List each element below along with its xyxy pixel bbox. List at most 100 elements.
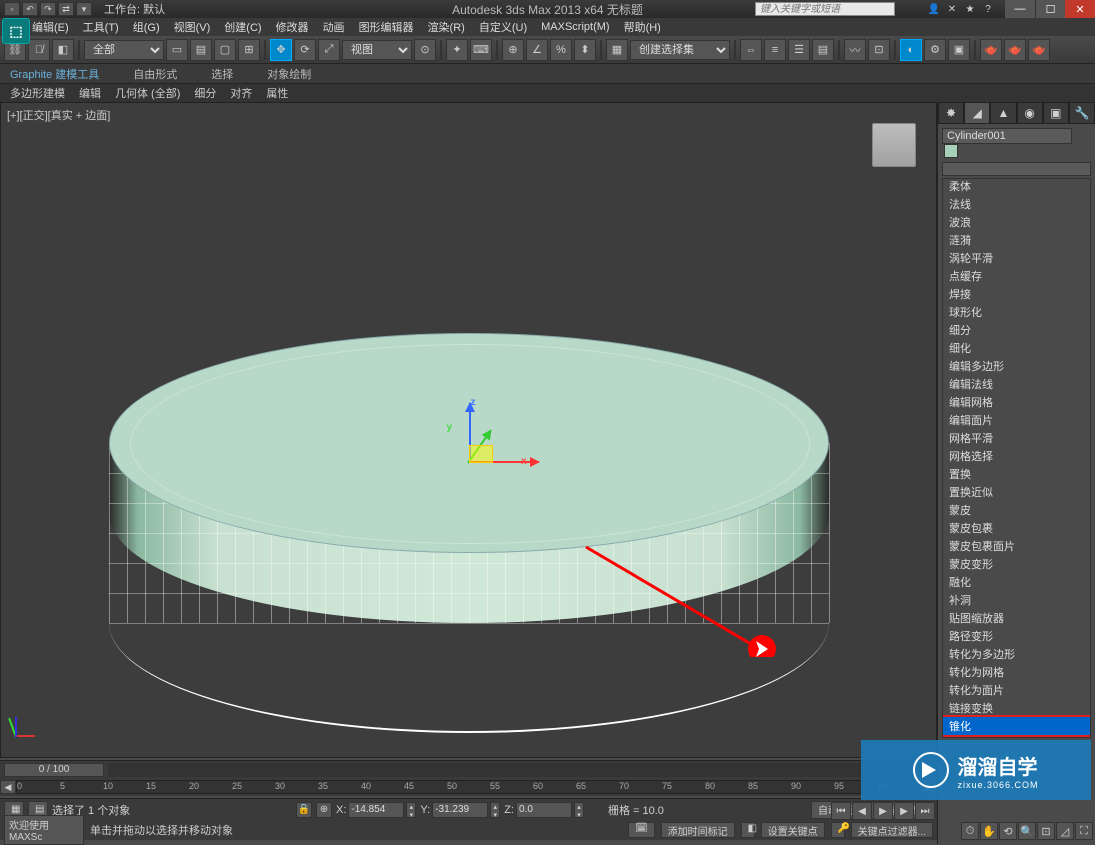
ribbon-panel-subdivide[interactable]: 细分 [194, 85, 216, 101]
move-icon[interactable]: ✥ [270, 39, 292, 61]
time-config-icon[interactable]: ⏱ [961, 822, 979, 840]
coord-x-spinner[interactable]: ▴▾ [406, 802, 416, 818]
ribbon-tab-paint[interactable]: 对象绘制 [267, 66, 311, 82]
goto-start-icon[interactable]: ⏮ [831, 802, 851, 820]
schematic-icon[interactable]: ⊡ [868, 39, 890, 61]
angle-snap-icon[interactable]: ∠ [526, 39, 548, 61]
transform-type-icon[interactable]: ⊕ [316, 802, 332, 818]
snap-icon[interactable]: ⊕ [502, 39, 524, 61]
ribbon-tab-freeform[interactable]: 自由形式 [133, 66, 177, 82]
ribbon-tab-graphite[interactable]: Graphite 建模工具 [10, 66, 99, 82]
favorite-icon[interactable]: ★ [963, 2, 977, 16]
coord-y-input[interactable] [432, 802, 488, 818]
qat-undo-icon[interactable]: ↶ [22, 2, 38, 16]
ribbon-panel-geometry[interactable]: 几何体 (全部) [115, 85, 180, 101]
render-frame-icon[interactable]: ▣ [948, 39, 970, 61]
modifier-list-dropdown[interactable] [942, 162, 1091, 176]
viewcube[interactable] [872, 123, 916, 167]
named-selection[interactable]: 创建选择集 [630, 40, 730, 60]
modifier-item[interactable]: 转化为多边形 [943, 645, 1090, 663]
menu-tools[interactable]: 工具(T) [83, 19, 119, 35]
track-bar[interactable]: ◀ 05101520253035404550556065707580859095… [0, 778, 937, 796]
modifier-item[interactable]: 网格平滑 [943, 429, 1090, 447]
key-icon[interactable]: 🔑 [831, 822, 845, 838]
display-tab-icon[interactable]: ▣ [1043, 102, 1069, 124]
modifier-item[interactable]: 转化为面片 [943, 681, 1090, 699]
render-setup-icon[interactable]: ⚙ [924, 39, 946, 61]
motion-tab-icon[interactable]: ◉ [1017, 102, 1043, 124]
minimize-button[interactable]: — [1005, 0, 1035, 18]
key-filter-button[interactable]: 关键点过滤器... [851, 822, 933, 838]
modifier-item[interactable]: 法线 [943, 195, 1090, 213]
modifier-list[interactable]: 按元素分配材质按通道选择挤压推力摄影机贴图晶格曲面变形替换材质松弛柔体法线波浪涟… [942, 178, 1091, 738]
pan-icon[interactable]: ✋ [980, 822, 998, 840]
rotate-icon[interactable]: ⟳ [294, 39, 316, 61]
modifier-item[interactable]: 涡轮平滑 [943, 249, 1090, 267]
isolate-icon[interactable]: ◧ [741, 822, 755, 838]
select-icon[interactable]: ▭ [166, 39, 188, 61]
viewport[interactable]: [+][正交][真实 + 边面] z x y [0, 102, 937, 758]
cylinder-object[interactable] [109, 333, 829, 553]
modifier-item[interactable]: 蒙皮包裹面片 [943, 537, 1090, 555]
render-iter-icon[interactable]: 🫖 [1028, 39, 1050, 61]
workspace-label[interactable]: 工作台: 默认 [104, 1, 165, 17]
qat-more-icon[interactable]: ▾ [76, 2, 92, 16]
menu-help[interactable]: 帮助(H) [624, 19, 661, 35]
menu-create[interactable]: 创建(C) [224, 19, 261, 35]
coord-x-input[interactable] [348, 802, 404, 818]
render-prod-icon[interactable]: 🫖 [1004, 39, 1026, 61]
orbit-icon[interactable]: ⟲ [999, 822, 1017, 840]
menu-maxscript[interactable]: MAXScript(M) [541, 21, 609, 33]
modifier-item[interactable]: 网格选择 [943, 447, 1090, 465]
help-icon[interactable]: ? [981, 2, 995, 16]
modifier-item[interactable]: 细分 [943, 321, 1090, 339]
ref-coord-system[interactable]: 视图 [342, 40, 412, 60]
setkey-button[interactable]: 设置关键点 [761, 822, 825, 838]
curve-editor-icon[interactable]: 〰 [844, 39, 866, 61]
next-frame-icon[interactable]: ▶ [894, 802, 914, 820]
modifier-item[interactable]: 路径变形 [943, 627, 1090, 645]
modifier-item[interactable]: 柔体 [943, 178, 1090, 195]
modifier-item[interactable]: 编辑法线 [943, 375, 1090, 393]
modifier-item[interactable]: 置换近似 [943, 483, 1090, 501]
object-name-input[interactable] [942, 128, 1072, 144]
ribbon-panel-align[interactable]: 对齐 [230, 85, 252, 101]
zoom-extents-icon[interactable]: ⊡ [1037, 822, 1055, 840]
tag-icon[interactable]: 🗓 [628, 822, 655, 838]
signin-icon[interactable]: 👤 [927, 2, 941, 16]
select-region-icon[interactable]: ▢ [214, 39, 236, 61]
keyboard-icon[interactable]: ⌨ [470, 39, 492, 61]
scale-icon[interactable]: ⤢ [318, 39, 340, 61]
unlink-icon[interactable]: ⛓̸ [28, 39, 50, 61]
mirror-icon[interactable]: ⇔ [740, 39, 762, 61]
selection-lock-icon[interactable]: 🔒 [296, 802, 312, 818]
bind-icon[interactable]: ◧ [52, 39, 74, 61]
layer-manager-icon[interactable]: ▤ [812, 39, 834, 61]
fov-icon[interactable]: ◿ [1056, 822, 1074, 840]
menu-group[interactable]: 组(G) [133, 19, 160, 35]
search-box[interactable] [755, 2, 895, 16]
modifier-item[interactable]: 贴图缩放器 [943, 609, 1090, 627]
modifier-item[interactable]: 点缓存 [943, 267, 1090, 285]
ribbon-panel-properties[interactable]: 属性 [266, 85, 288, 101]
modifier-item[interactable]: 编辑多边形 [943, 357, 1090, 375]
add-time-tag[interactable]: 添加时间标记 [661, 822, 735, 838]
ribbon-panel-edit[interactable]: 编辑 [79, 85, 101, 101]
zoom-icon[interactable]: 🔍 [1018, 822, 1036, 840]
modifier-item[interactable]: 锥化 [942, 715, 1091, 737]
coord-z-input[interactable] [516, 802, 572, 818]
prev-frame-icon[interactable]: ◀ [852, 802, 872, 820]
search-input[interactable] [755, 2, 895, 16]
modifier-item[interactable]: 转化为网格 [943, 663, 1090, 681]
utilities-tab-icon[interactable]: 🔧 [1069, 102, 1095, 124]
create-tab-icon[interactable]: ✸ [938, 102, 964, 124]
modifier-item[interactable]: 编辑网格 [943, 393, 1090, 411]
menu-render[interactable]: 渲染(R) [428, 19, 465, 35]
pivot-icon[interactable]: ⊙ [414, 39, 436, 61]
modifier-item[interactable]: 细化 [943, 339, 1090, 357]
time-track[interactable] [108, 763, 937, 777]
coord-y-spinner[interactable]: ▴▾ [490, 802, 500, 818]
maximize-button[interactable]: ☐ [1035, 0, 1065, 18]
modifier-item[interactable]: 补洞 [943, 591, 1090, 609]
render-icon[interactable]: 🫖 [980, 39, 1002, 61]
